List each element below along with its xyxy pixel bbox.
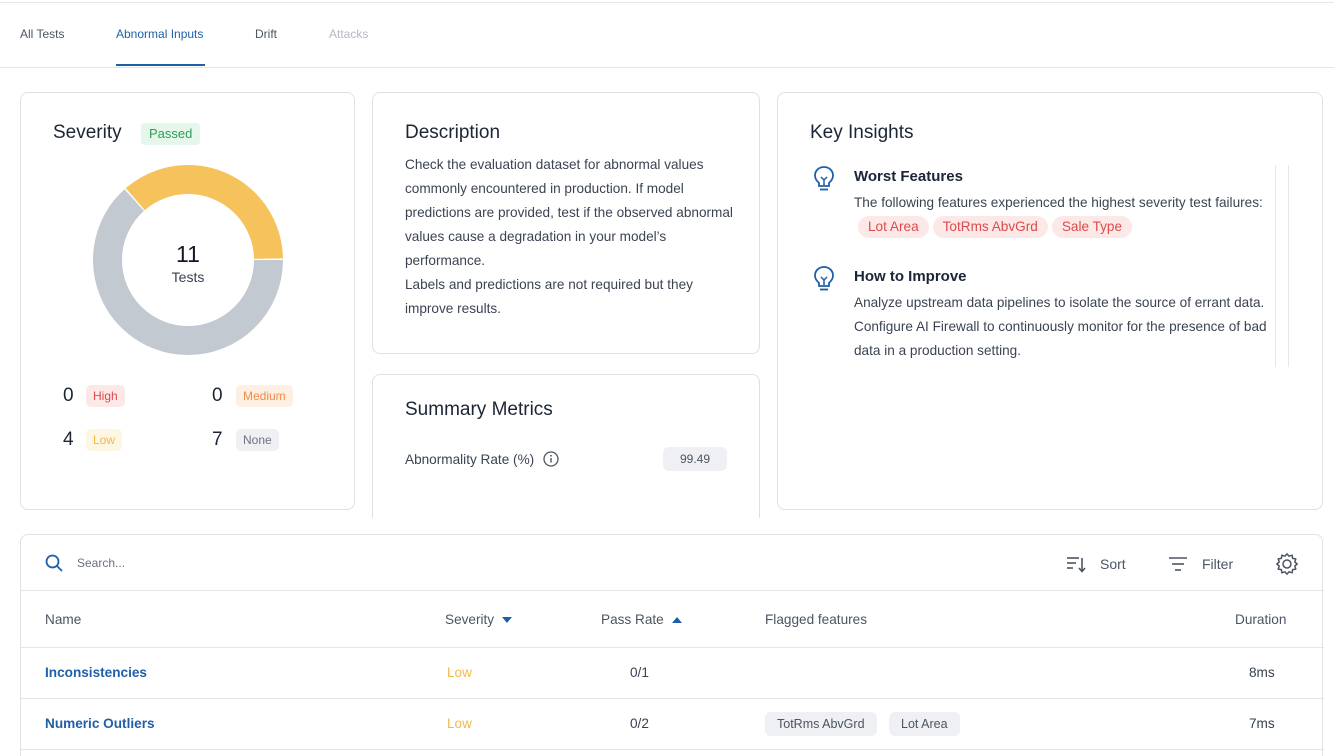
column-header-pass-rate[interactable]: Pass Rate	[601, 612, 682, 627]
gear-icon[interactable]	[1275, 552, 1299, 576]
severity-header-label: Severity	[445, 612, 495, 627]
description-title: Description	[405, 122, 501, 143]
test-duration: 7ms	[1249, 716, 1275, 731]
none-count: 7	[212, 429, 223, 450]
column-header-severity[interactable]: Severity	[445, 612, 513, 627]
info-icon[interactable]	[543, 451, 559, 467]
low-count: 4	[63, 429, 74, 450]
feature-tag[interactable]: Sale Type	[1051, 216, 1133, 238]
none-badge: None	[236, 429, 279, 451]
severity-card: Severity Passed 11 Tests 0 High 0 Medium…	[20, 92, 355, 510]
summary-metrics-card: Summary Metrics Abnormality Rate (%) 99.…	[372, 374, 760, 518]
abnormality-rate-label: Abnormality Rate (%)	[405, 452, 535, 467]
status-badge: Passed	[141, 123, 201, 145]
lightbulb-icon	[814, 266, 834, 291]
high-count: 0	[63, 385, 74, 406]
worst-features-text: The following features experienced the h…	[854, 191, 1274, 239]
low-badge: Low	[86, 429, 123, 451]
table-toolbar: Sort Filter	[21, 535, 1324, 591]
search-icon[interactable]	[45, 554, 63, 572]
column-header-duration[interactable]: Duration	[1235, 612, 1286, 627]
key-insights-card: Key Insights Worst Features The followin…	[777, 92, 1323, 510]
sort-button[interactable]: Sort	[1066, 553, 1126, 575]
how-to-improve-title: How to Improve	[854, 268, 967, 285]
high-badge: High	[86, 385, 125, 407]
filter-button[interactable]: Filter	[1168, 553, 1233, 575]
pass-rate-header-label: Pass Rate	[601, 612, 664, 627]
severity-title: Severity	[53, 122, 122, 143]
test-pass-rate: 0/2	[630, 716, 649, 731]
flagged-feature-tag[interactable]: Lot Area	[889, 712, 960, 736]
abnormality-rate-value: 99.49	[663, 447, 727, 471]
table-row[interactable]: Inconsistencies Low 0/1 8ms	[21, 648, 1324, 699]
column-header-name[interactable]: Name	[45, 612, 81, 627]
tab-drift[interactable]: Drift	[255, 27, 277, 41]
description-paragraph: Check the evaluation dataset for abnorma…	[405, 157, 733, 268]
test-name-link[interactable]: Numeric Outliers	[45, 716, 155, 731]
worst-features-title: Worst Features	[854, 168, 963, 185]
sort-asc-icon	[671, 616, 682, 623]
table-header: Name Severity Pass Rate Flagged features…	[21, 591, 1324, 648]
feature-tag[interactable]: Lot Area	[858, 216, 929, 238]
active-tab-indicator	[116, 64, 205, 66]
filter-label: Filter	[1202, 556, 1234, 572]
insights-scrollbar[interactable]	[1275, 165, 1289, 367]
table-row[interactable]: Numeric Outliers Low 0/2 TotRms AbvGrd L…	[21, 699, 1324, 750]
feature-tag[interactable]: TotRms AbvGrd	[932, 216, 1048, 238]
sort-label: Sort	[1100, 556, 1126, 572]
total-tests-label: Tests	[171, 269, 205, 285]
test-severity: Low	[447, 716, 472, 731]
filter-icon	[1169, 557, 1187, 571]
tab-abnormal-inputs[interactable]: Abnormal Inputs	[116, 27, 203, 41]
how-to-improve-text: Analyze upstream data pipelines to isola…	[854, 295, 1267, 358]
tests-table: Sort Filter Name Severity Pass Rate Flag…	[20, 534, 1324, 756]
tab-all-tests[interactable]: All Tests	[20, 27, 64, 41]
column-header-flagged-features: Flagged features	[765, 612, 868, 627]
test-duration: 8ms	[1249, 665, 1275, 680]
test-severity: Low	[447, 665, 472, 680]
medium-badge: Medium	[236, 385, 293, 407]
sort-desc-icon	[502, 616, 513, 623]
tab-bar: All Tests Abnormal Inputs Drift Attacks	[0, 0, 1334, 68]
sort-icon	[1067, 557, 1086, 573]
total-tests-count: 11	[176, 241, 200, 267]
description-card: Description Check the evaluation dataset…	[372, 92, 760, 354]
description-text: Check the evaluation dataset for abnorma…	[405, 153, 735, 321]
lightbulb-icon	[814, 166, 834, 191]
tab-attacks: Attacks	[329, 27, 369, 41]
summary-metrics-title: Summary Metrics	[405, 399, 553, 420]
description-paragraph: Labels and predictions are not required …	[405, 277, 693, 316]
medium-count: 0	[212, 385, 223, 406]
test-pass-rate: 0/1	[630, 665, 649, 680]
search-input[interactable]	[77, 553, 377, 573]
test-name-link[interactable]: Inconsistencies	[45, 665, 147, 680]
worst-features-description: The following features experienced the h…	[854, 195, 1263, 210]
key-insights-title: Key Insights	[810, 122, 914, 143]
flagged-feature-tag[interactable]: TotRms AbvGrd	[765, 712, 877, 736]
